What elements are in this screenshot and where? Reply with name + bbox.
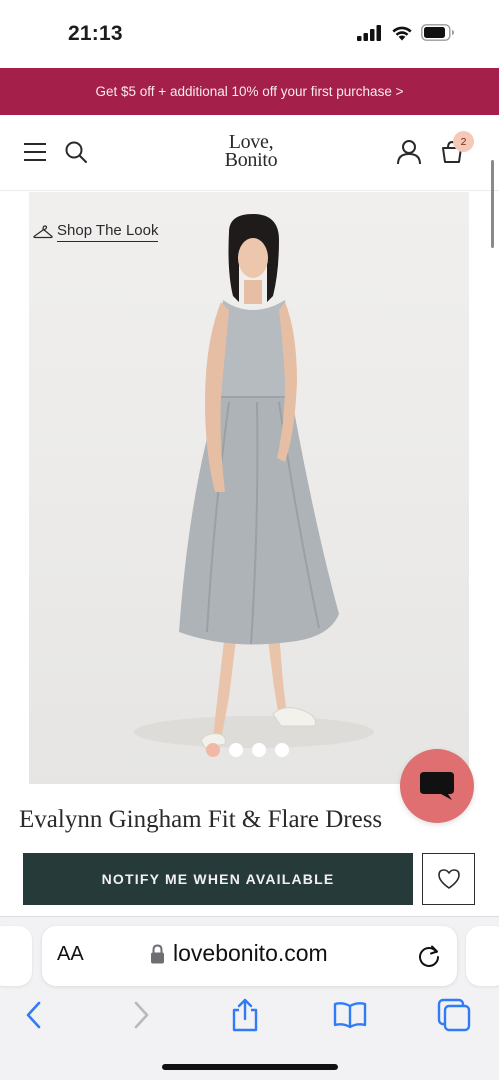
next-tab-preview[interactable] xyxy=(466,926,499,986)
logo-line-2: Bonito xyxy=(224,149,278,171)
hanger-icon xyxy=(33,225,53,239)
promo-banner[interactable]: Get $5 off + additional 10% off your fir… xyxy=(0,68,499,115)
share-button[interactable] xyxy=(225,995,265,1035)
reload-button[interactable] xyxy=(414,941,444,971)
url-text[interactable]: lovebonito.com xyxy=(173,940,328,967)
previous-tab-preview[interactable] xyxy=(0,926,32,986)
shop-the-look-link[interactable]: Shop The Look xyxy=(33,222,159,242)
book-icon xyxy=(333,1002,367,1029)
status-bar: 21:13 xyxy=(0,0,499,68)
bookmarks-button[interactable] xyxy=(330,995,370,1035)
share-icon xyxy=(232,998,258,1032)
home-indicator[interactable] xyxy=(162,1064,338,1070)
chat-button[interactable] xyxy=(400,749,474,823)
back-button[interactable] xyxy=(14,995,54,1035)
forward-button[interactable] xyxy=(121,995,161,1035)
notify-me-button[interactable]: NOTIFY ME WHEN AVAILABLE xyxy=(23,853,413,905)
text-size-label: AA xyxy=(57,943,84,965)
url-display[interactable]: lovebonito.com xyxy=(150,940,328,967)
heart-icon xyxy=(437,869,460,889)
reload-icon xyxy=(419,945,439,967)
tabs-icon xyxy=(437,998,471,1032)
account-button[interactable] xyxy=(394,137,424,167)
chevron-right-icon xyxy=(134,1001,149,1029)
promo-banner-text[interactable]: Get $5 off + additional 10% off your fir… xyxy=(96,84,404,99)
image-dot-2[interactable] xyxy=(229,743,243,757)
product-title: Evalynn Gingham Fit & Flare Dress xyxy=(19,806,383,833)
user-icon xyxy=(397,140,421,165)
battery-icon xyxy=(421,24,454,41)
image-dot-1[interactable] xyxy=(206,743,220,757)
status-time: 21:13 xyxy=(68,22,123,45)
page-scroll-indicator xyxy=(491,160,494,248)
tabs-button[interactable] xyxy=(434,995,474,1035)
menu-icon xyxy=(24,143,46,161)
site-header: Love, Bonito xyxy=(0,115,499,191)
product-image[interactable] xyxy=(29,192,469,784)
image-dot-3[interactable] xyxy=(252,743,266,757)
search-icon xyxy=(65,141,87,163)
model-photo xyxy=(134,214,374,749)
shop-the-look-label[interactable]: Shop The Look xyxy=(57,222,159,242)
cart-count-badge: 2 xyxy=(453,131,474,152)
lock-icon xyxy=(151,943,164,963)
image-dot-4[interactable] xyxy=(275,743,289,757)
chat-icon xyxy=(420,772,454,800)
cellular-signal-icon xyxy=(357,24,381,41)
menu-button[interactable] xyxy=(20,137,50,167)
search-button[interactable] xyxy=(61,137,91,167)
wifi-icon xyxy=(392,26,412,40)
chevron-left-icon xyxy=(26,1001,41,1029)
status-icons xyxy=(357,24,455,41)
brand-logo[interactable]: Love, Bonito xyxy=(196,132,306,171)
image-pagination xyxy=(206,743,289,757)
text-size-button[interactable]: AA xyxy=(57,943,84,966)
wishlist-button[interactable] xyxy=(422,853,475,905)
